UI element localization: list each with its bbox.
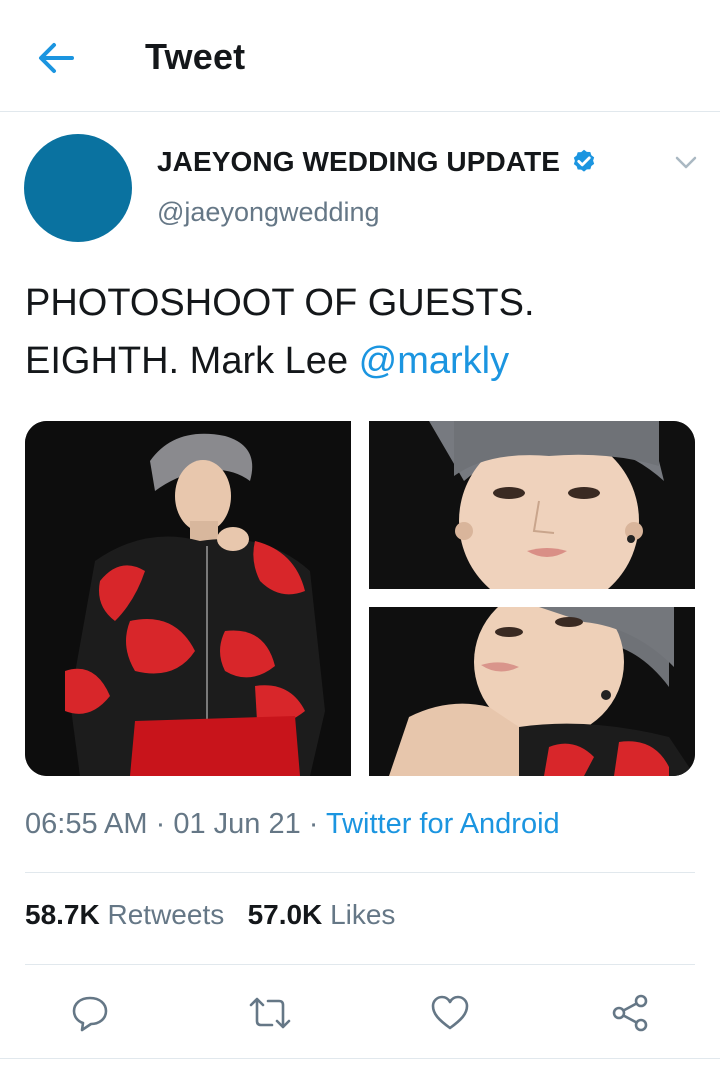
back-button[interactable] (30, 34, 82, 82)
photo-1-image (25, 421, 351, 776)
author-handle[interactable]: @jaeyongwedding (157, 197, 380, 228)
retweet-button[interactable] (240, 985, 300, 1040)
like-icon (431, 995, 469, 1029)
divider (25, 964, 695, 965)
chevron-down-icon (675, 156, 697, 169)
retweet-icon (249, 997, 291, 1028)
share-icon (612, 994, 648, 1031)
author-display-name[interactable]: JAEYONG WEDDING UPDATE (157, 146, 560, 178)
tweet-text-line-2: EIGHTH. Mark Lee @markly (25, 332, 695, 390)
like-button[interactable] (420, 985, 480, 1040)
more-options-button[interactable] (668, 148, 704, 178)
reply-icon (72, 996, 108, 1031)
likes-stat[interactable]: 57.0K Likes (248, 899, 396, 930)
tweet-text: PHOTOSHOOT OF GUESTS. EIGHTH. Mark Lee @… (25, 274, 695, 390)
reply-button[interactable] (60, 985, 120, 1040)
retweets-label: Retweets (107, 899, 225, 930)
tweet-text-line-1: PHOTOSHOOT OF GUESTS. (25, 282, 535, 324)
tweet-date: 01 Jun 21 (173, 808, 301, 840)
top-bar: Tweet (0, 0, 720, 112)
tweet-text-prefix: EIGHTH. Mark Lee (25, 340, 359, 382)
meta-separator: · (300, 808, 326, 840)
likes-count: 57.0K (247, 899, 323, 930)
likes-label: Likes (330, 899, 396, 930)
verified-badge-icon (573, 149, 595, 172)
retweets-count: 58.7K (25, 899, 100, 930)
tweet-photo-2[interactable] (369, 421, 695, 589)
tweet-time: 06:55 AM (25, 808, 148, 840)
arrow-left-icon (39, 43, 74, 73)
divider (0, 1058, 720, 1059)
tweet-stats: 58.7K Retweets 57.0K Likes (25, 899, 395, 931)
share-button[interactable] (600, 985, 660, 1040)
tweet-meta: 06:55 AM · 01 Jun 21 · Twitter for Andro… (25, 808, 560, 841)
photo-2-image (369, 421, 695, 589)
photo-3-image (369, 607, 695, 776)
meta-separator: · (147, 808, 174, 840)
mention-link[interactable]: @markly (359, 340, 509, 382)
retweets-stat[interactable]: 58.7K Retweets (25, 899, 224, 930)
tweet-photo-3[interactable] (369, 607, 695, 776)
action-bar (0, 985, 720, 1040)
author-name-row: JAEYONG WEDDING UPDATE (157, 146, 598, 178)
tweet-photo-1[interactable] (25, 421, 351, 776)
tweet-source-link[interactable]: Twitter for Android (326, 808, 560, 840)
page-title: Tweet (145, 36, 246, 77)
avatar[interactable] (24, 134, 132, 242)
divider (25, 872, 695, 873)
